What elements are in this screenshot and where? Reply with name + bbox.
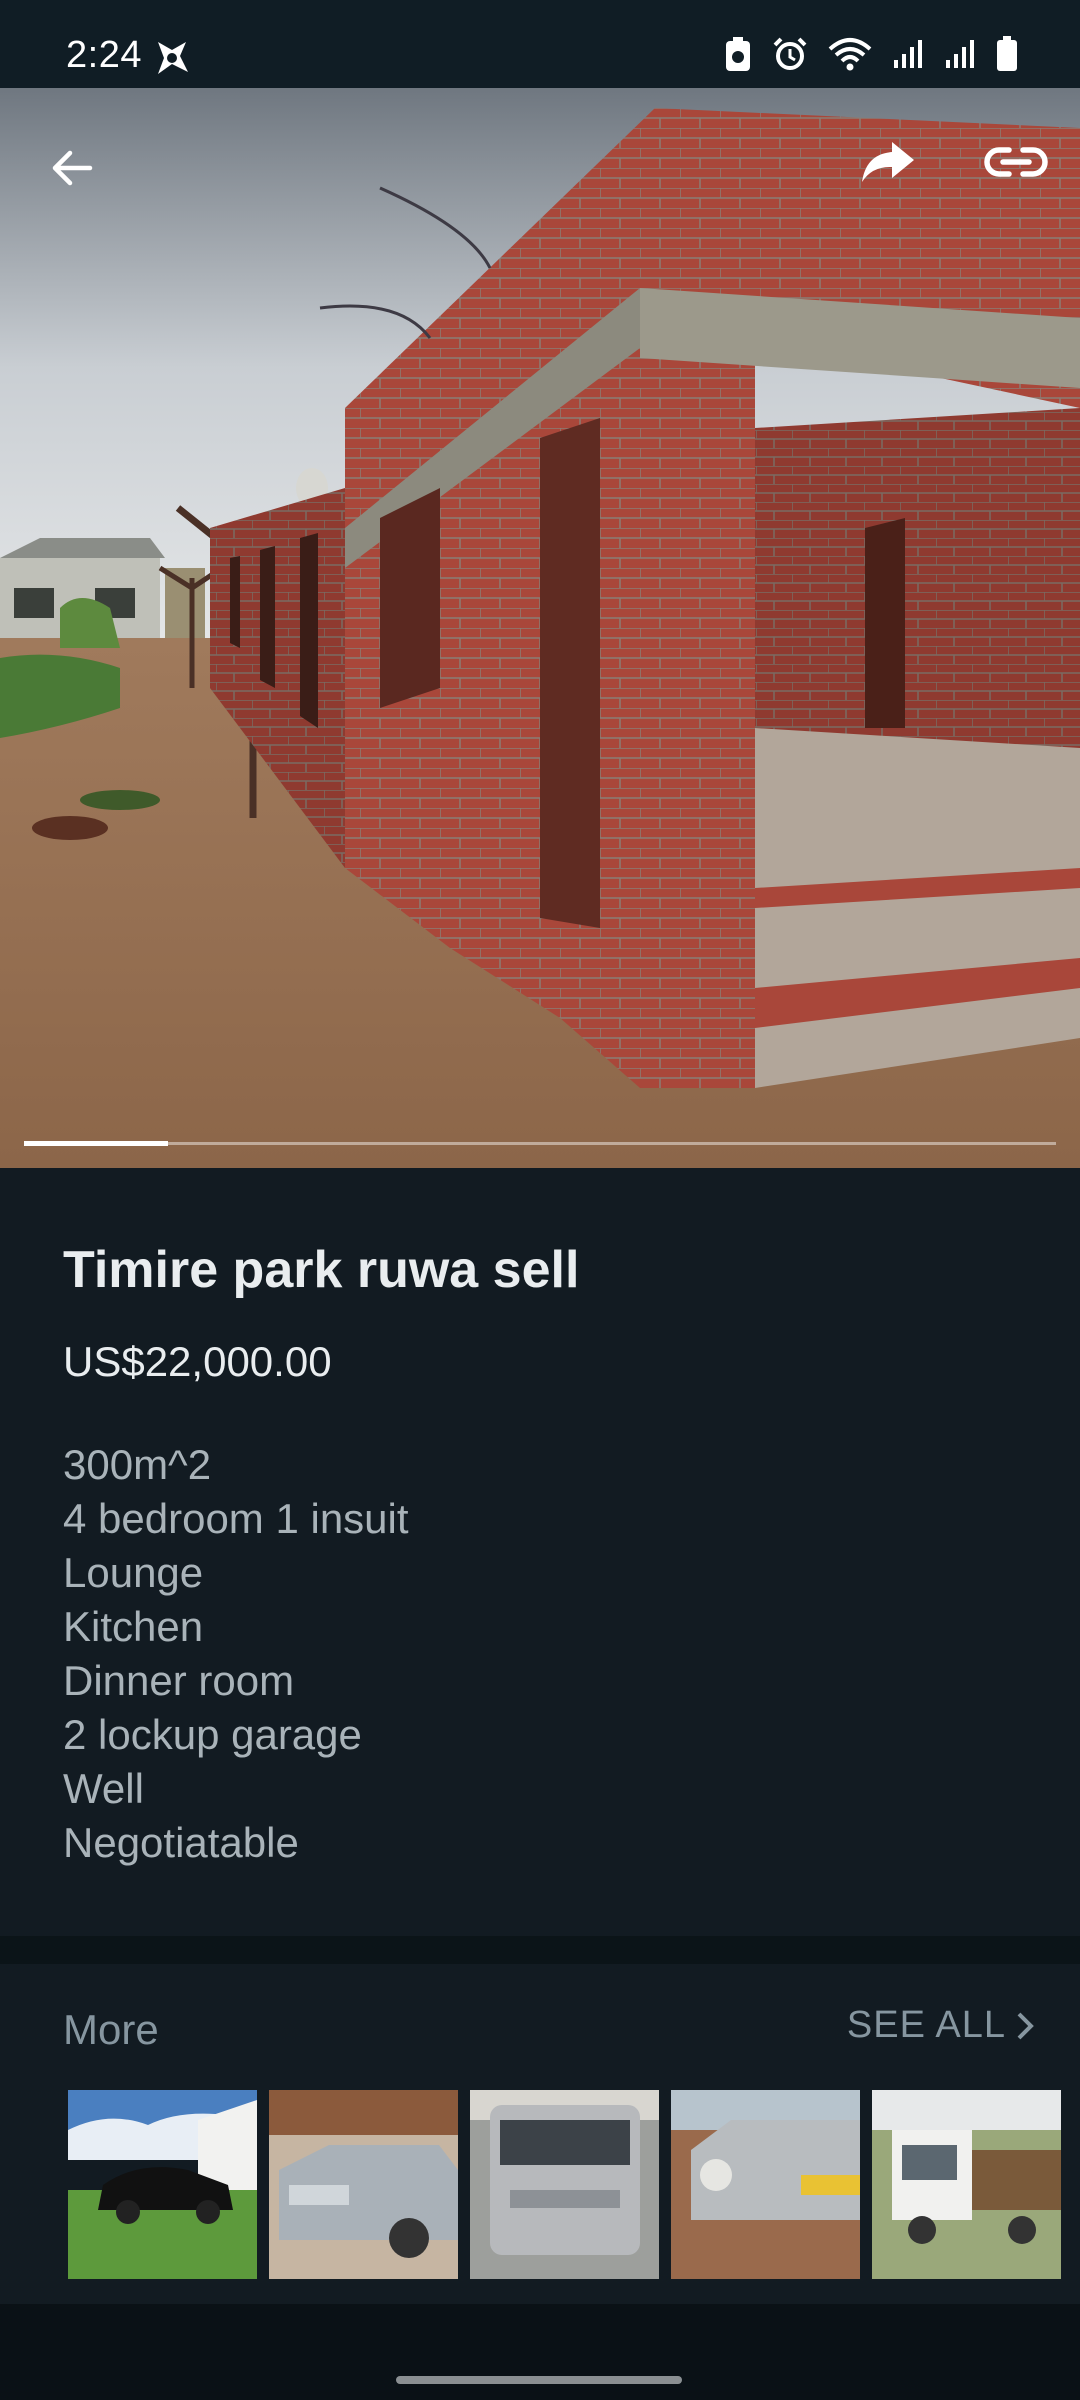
thumbnail-black-sedan[interactable]	[68, 2090, 257, 2279]
listing-details: Timire park ruwa sell US$22,000.00 300m^…	[0, 1168, 1080, 1936]
description-line: Negotiatable	[63, 1819, 299, 1866]
description-line: Well	[63, 1765, 144, 1812]
battery-icon	[996, 36, 1018, 72]
thumbnail-white-truck[interactable]	[872, 2090, 1061, 2279]
app-notification-icon	[152, 38, 192, 78]
chevron-right-icon	[1017, 2012, 1034, 2039]
listing-price: US$22,000.00	[63, 1338, 332, 1385]
share-button[interactable]	[850, 124, 926, 200]
see-all-label: SEE ALL	[846, 2004, 1006, 2046]
description-line: Kitchen	[63, 1603, 204, 1650]
description-line: 300m^2	[63, 1441, 212, 1488]
listing-photo	[0, 88, 1080, 1168]
description-line: 4 bedroom 1 insuit	[63, 1495, 409, 1542]
back-button[interactable]	[34, 130, 110, 206]
wifi-icon	[828, 37, 872, 71]
listing-photo-gallery[interactable]	[0, 88, 1080, 1168]
home-gesture-handle[interactable]	[396, 2376, 682, 2384]
thumbnail-silver-van[interactable]	[470, 2090, 659, 2279]
description-line: 2 lockup garage	[63, 1711, 362, 1758]
listing-title: Timire park ruwa sell	[63, 1241, 580, 1299]
share-forward-icon	[862, 142, 914, 182]
product-detail-screen: 2:24 Timire park ruwa sell US$22,000.00 …	[0, 0, 1080, 2400]
thumbnail-silver-suv[interactable]	[269, 2090, 458, 2279]
description-line: Dinner room	[63, 1657, 295, 1704]
description-line: Lounge	[63, 1549, 204, 1596]
gallery-progress-fill	[24, 1141, 169, 1146]
link-icon	[984, 147, 1048, 177]
system-nav-bar	[0, 2304, 1080, 2400]
signal-icon	[892, 38, 924, 70]
more-thumbnails	[68, 2090, 1061, 2279]
copy-link-button[interactable]	[978, 124, 1054, 200]
signal-icon-2	[944, 38, 976, 70]
see-all-button[interactable]: SEE ALL	[847, 2004, 1034, 2047]
arrow-left-icon	[52, 150, 93, 186]
status-time: 2:24	[66, 34, 142, 76]
alarm-icon	[772, 36, 808, 72]
gallery-progress-bar	[24, 1141, 1056, 1146]
more-section: More SEE ALL	[0, 1964, 1080, 2304]
status-bar: 2:24	[0, 0, 1080, 88]
more-label: More	[63, 2006, 159, 2053]
listing-description: 300m^2 4 bedroom 1 insuit Lounge Kitchen…	[63, 1438, 409, 1870]
battery-saver-icon	[724, 36, 752, 72]
section-divider	[0, 1936, 1080, 1964]
status-icons	[724, 36, 1018, 72]
thumbnail-silver-mercedes[interactable]	[671, 2090, 860, 2279]
